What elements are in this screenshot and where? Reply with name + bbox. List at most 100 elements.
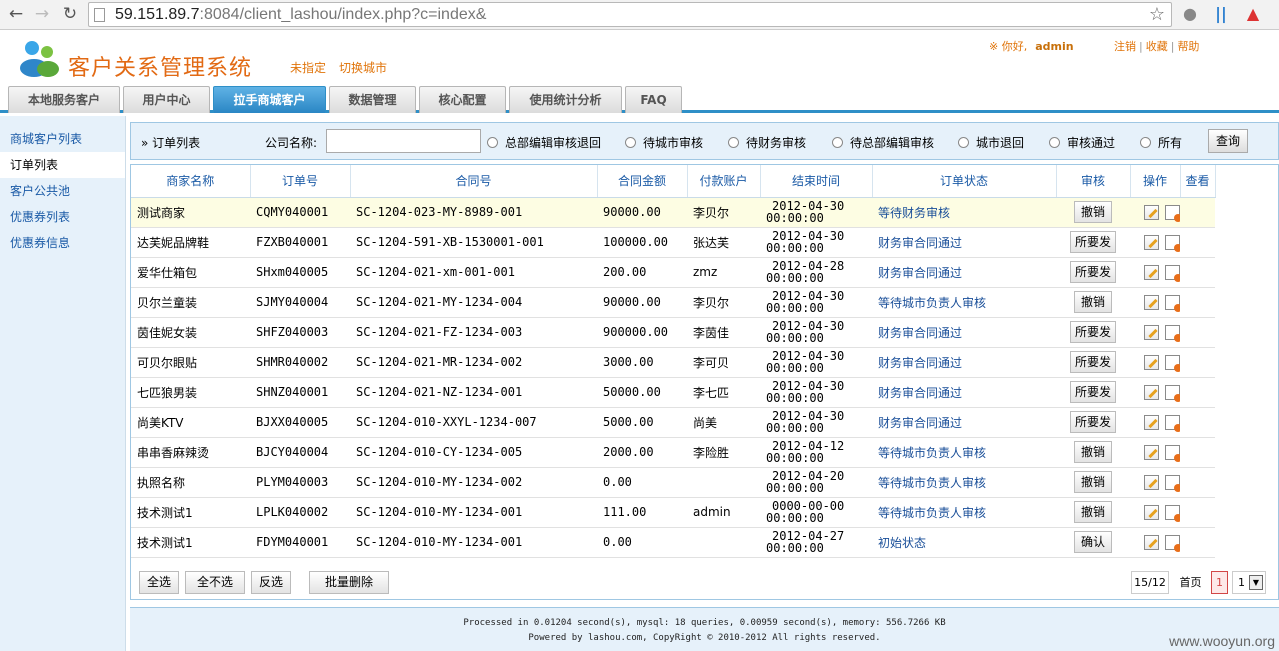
order-number: LPLK040002 (250, 497, 350, 528)
view-cell (1180, 407, 1215, 438)
reload-icon[interactable]: ↻ (58, 3, 82, 25)
contract-number-text: SC-1204-010-MY-1234-001 (356, 535, 523, 549)
unspecified-city[interactable]: 未指定 (290, 59, 326, 76)
radio-button[interactable] (832, 137, 843, 148)
delete-icon[interactable] (1165, 534, 1180, 552)
audit-button[interactable]: 所要发 (1069, 231, 1116, 253)
audit-button[interactable]: 所要发 (1069, 261, 1116, 283)
first-page-link[interactable]: 首页 (1174, 571, 1207, 594)
sidebar-item-coupon-info[interactable]: 优惠券信息 (0, 230, 125, 256)
address-bar[interactable]: 59.151.89.7:8084/client_lashou/index.php… (88, 2, 1172, 27)
delete-icon[interactable] (1165, 324, 1180, 342)
edit-icon[interactable] (1144, 204, 1159, 220)
adblock-icon[interactable]: ▲ (1243, 4, 1263, 24)
sidebar-item-public-pool[interactable]: 客户公共池 (0, 178, 125, 204)
tab-lashou-mall[interactable]: 拉手商城客户 (213, 86, 326, 113)
delete-icon[interactable] (1165, 264, 1180, 282)
tab-user-center[interactable]: 用户中心 (123, 86, 210, 113)
audit-button[interactable]: 所要发 (1069, 321, 1116, 343)
edit-icon[interactable] (1144, 264, 1159, 280)
contract-number-text: SC-1204-010-MY-1234-001 (356, 505, 523, 519)
edit-icon[interactable] (1144, 354, 1159, 370)
edit-icon[interactable] (1144, 534, 1159, 550)
delete-icon[interactable] (1165, 294, 1180, 312)
radio-button[interactable] (625, 137, 636, 148)
radio-button[interactable] (1049, 137, 1060, 148)
page-select[interactable]: 1 ▼ (1232, 571, 1266, 594)
radio-city-rejected[interactable]: 城市退回 (958, 134, 1024, 151)
select-all-button[interactable]: 全选 (139, 571, 179, 594)
favorite-link[interactable]: 收藏 (1146, 40, 1168, 53)
edit-icon[interactable] (1144, 294, 1159, 310)
radio-button[interactable] (1140, 137, 1151, 148)
delete-icon[interactable] (1165, 444, 1180, 462)
batch-delete-button[interactable]: 批量删除 (309, 571, 389, 594)
edit-icon[interactable] (1144, 324, 1159, 340)
merchant-name-text: 执照名称 (137, 475, 186, 490)
delete-icon[interactable] (1165, 234, 1180, 252)
extension-bars-icon[interactable]: || (1211, 4, 1231, 24)
delete-icon[interactable] (1165, 384, 1180, 402)
sidebar-item-mall-customers[interactable]: 商城客户列表 (0, 126, 125, 152)
contract-amount: 900000.00 (597, 317, 687, 348)
radio-button[interactable] (728, 137, 739, 148)
back-icon[interactable]: ← (4, 3, 28, 25)
edit-icon[interactable] (1144, 234, 1159, 250)
edit-icon[interactable] (1144, 384, 1159, 400)
radio-button[interactable] (958, 137, 969, 148)
end-time: 2012-04-30 00:00:00 (760, 347, 872, 378)
audit-button[interactable]: 所要发 (1069, 411, 1116, 433)
tab-core-config[interactable]: 核心配置 (419, 86, 506, 113)
logout-link[interactable]: 注销 (1114, 40, 1136, 53)
audit-button[interactable]: 所要发 (1069, 381, 1116, 403)
audit-button[interactable]: 撤销 (1074, 291, 1112, 313)
radio-pending-finance[interactable]: 待财务审核 (728, 134, 806, 151)
delete-icon[interactable] (1165, 204, 1180, 222)
audit-button[interactable]: 所要发 (1069, 351, 1116, 373)
table-row: 可贝尔眼贴 SHMR040002 SC-1204-021-MR-1234-002 30… (131, 347, 1215, 378)
audit-button[interactable]: 撤销 (1074, 471, 1112, 493)
radio-pending-hq-edit[interactable]: 待总部编辑审核 (832, 134, 934, 151)
delete-icon[interactable] (1165, 504, 1180, 522)
radio-all[interactable]: 所有 (1140, 134, 1182, 151)
bookmark-star-icon[interactable]: ☆ (1149, 4, 1165, 25)
radio-pending-city[interactable]: 待城市审核 (625, 134, 703, 151)
page-select-value: 1 (1238, 576, 1245, 589)
view-cell (1180, 197, 1215, 228)
audit-button[interactable]: 确认 (1074, 531, 1112, 553)
help-link[interactable]: 帮助 (1177, 40, 1199, 53)
current-page[interactable]: 1 (1211, 571, 1228, 594)
select-none-button[interactable]: 全不选 (185, 571, 245, 594)
audit-button[interactable]: 撤销 (1074, 441, 1112, 463)
edit-icon[interactable] (1144, 504, 1159, 520)
radio-hq-edit-rejected[interactable]: 总部编辑审核退回 (487, 134, 601, 151)
company-name-input[interactable] (326, 129, 481, 153)
end-time-text: 00:00:00 (766, 541, 824, 555)
actions-cell (1130, 257, 1180, 288)
edit-icon[interactable] (1144, 474, 1159, 490)
query-button[interactable]: 查询 (1208, 129, 1248, 153)
switch-city-link[interactable]: 切换城市 (339, 59, 387, 76)
audit-button[interactable]: 撤销 (1074, 201, 1112, 223)
edit-icon[interactable] (1144, 444, 1159, 460)
delete-icon[interactable] (1165, 414, 1180, 432)
forward-icon[interactable]: → (30, 3, 54, 25)
chevron-down-icon[interactable]: ▼ (1249, 575, 1263, 590)
invert-selection-button[interactable]: 反选 (251, 571, 291, 594)
tab-local-service[interactable]: 本地服务客户 (8, 86, 120, 113)
sidebar-item-order-list[interactable]: 订单列表 (0, 152, 125, 178)
url-text[interactable]: 59.151.89.7:8084/client_lashou/index.php… (115, 5, 486, 25)
column-header: 操作 (1130, 165, 1181, 198)
table-row: 技术测试1 FDYM040001 SC-1204-010-MY-1234-001 0.… (131, 527, 1215, 558)
tab-usage-stats[interactable]: 使用统计分析 (509, 86, 622, 113)
sidebar-item-coupon-list[interactable]: 优惠券列表 (0, 204, 125, 230)
radio-button[interactable] (487, 137, 498, 148)
globe-icon[interactable]: ● (1180, 4, 1200, 24)
audit-button[interactable]: 撤销 (1074, 501, 1112, 523)
delete-icon[interactable] (1165, 474, 1180, 492)
tab-faq[interactable]: FAQ (625, 86, 682, 113)
edit-icon[interactable] (1144, 414, 1159, 430)
radio-approved[interactable]: 审核通过 (1049, 134, 1115, 151)
tab-data-management[interactable]: 数据管理 (329, 86, 416, 113)
delete-icon[interactable] (1165, 354, 1180, 372)
